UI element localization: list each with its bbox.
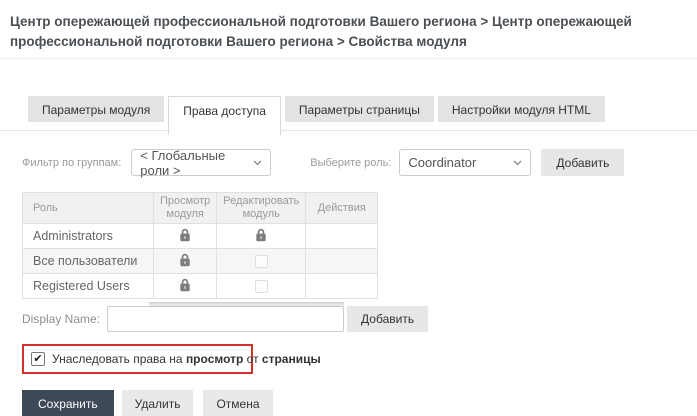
inherit-checkbox-label: Унаследовать права на просмотр от страни…	[52, 352, 321, 366]
actions-cell	[306, 224, 378, 249]
display-name-label: Display Name:	[22, 312, 100, 326]
input-top-shadow	[107, 306, 344, 332]
group-filter-select[interactable]: < Глобальные роли >	[131, 149, 271, 176]
tab-access-rights[interactable]: Права доступа	[168, 96, 281, 135]
role-name: Administrators	[23, 224, 154, 249]
filter-groups-label: Фильтр по группам:	[22, 157, 121, 169]
display-name-input[interactable]	[107, 306, 344, 332]
table-row: Все пользователи	[23, 249, 378, 274]
add-display-name-button[interactable]: Добавить	[347, 306, 428, 332]
add-role-button[interactable]: Добавить	[541, 149, 624, 176]
chevron-down-icon	[513, 160, 522, 166]
permissions-table: Роль Просмотр модуля Редактировать модул…	[22, 192, 378, 299]
tab-html-module-settings[interactable]: Настройки модуля HTML	[438, 96, 605, 122]
column-header-edit-module: Редактировать модуль	[217, 193, 306, 224]
module-properties-page: Центр опережающей профессиональной подго…	[0, 12, 697, 416]
actions-cell	[306, 274, 378, 299]
action-buttons-row: Сохранить Удалить Отмена	[22, 390, 697, 416]
table-row: Administrators	[23, 224, 378, 249]
save-button[interactable]: Сохранить	[22, 390, 114, 416]
table-header-row: Роль Просмотр модуля Редактировать модул…	[23, 193, 378, 224]
cancel-button[interactable]: Отмена	[203, 390, 272, 416]
breadcrumb-title: Центр опережающей профессиональной подго…	[10, 12, 682, 52]
display-name-row: Display Name: Добавить	[22, 306, 697, 332]
role-select[interactable]: Coordinator	[399, 149, 531, 176]
actions-cell	[306, 249, 378, 274]
role-name: Registered Users	[23, 274, 154, 299]
choose-role-label: Выберите роль:	[310, 157, 391, 169]
table-row: Registered Users	[23, 274, 378, 299]
role-select-value: Coordinator	[408, 155, 476, 170]
filter-row: Фильтр по группам: < Глобальные роли > В…	[22, 149, 697, 176]
column-header-role: Роль	[23, 193, 154, 224]
delete-button[interactable]: Удалить	[122, 390, 194, 416]
chevron-down-icon	[253, 160, 262, 166]
top-divider	[0, 58, 697, 59]
lock-icon	[255, 228, 267, 245]
tab-module-params[interactable]: Параметры модуля	[28, 96, 164, 122]
lock-icon	[179, 228, 191, 245]
tab-page-params[interactable]: Параметры страницы	[285, 96, 434, 122]
inherit-view-checkbox[interactable]: ✔	[31, 352, 45, 366]
role-name: Все пользователи	[23, 249, 154, 274]
lock-icon	[179, 253, 191, 270]
column-header-actions: Действия	[306, 193, 378, 224]
inherit-highlight-box: ✔ Унаследовать права на просмотр от стра…	[22, 344, 253, 374]
edit-permission-checkbox[interactable]	[255, 280, 268, 293]
column-header-view-module: Просмотр модуля	[154, 193, 217, 224]
edit-permission-checkbox[interactable]	[255, 255, 268, 268]
tab-bar: Параметры модуля Права доступа Параметры…	[0, 96, 697, 135]
lock-icon	[179, 278, 191, 295]
group-filter-value: < Глобальные роли >	[140, 148, 247, 178]
